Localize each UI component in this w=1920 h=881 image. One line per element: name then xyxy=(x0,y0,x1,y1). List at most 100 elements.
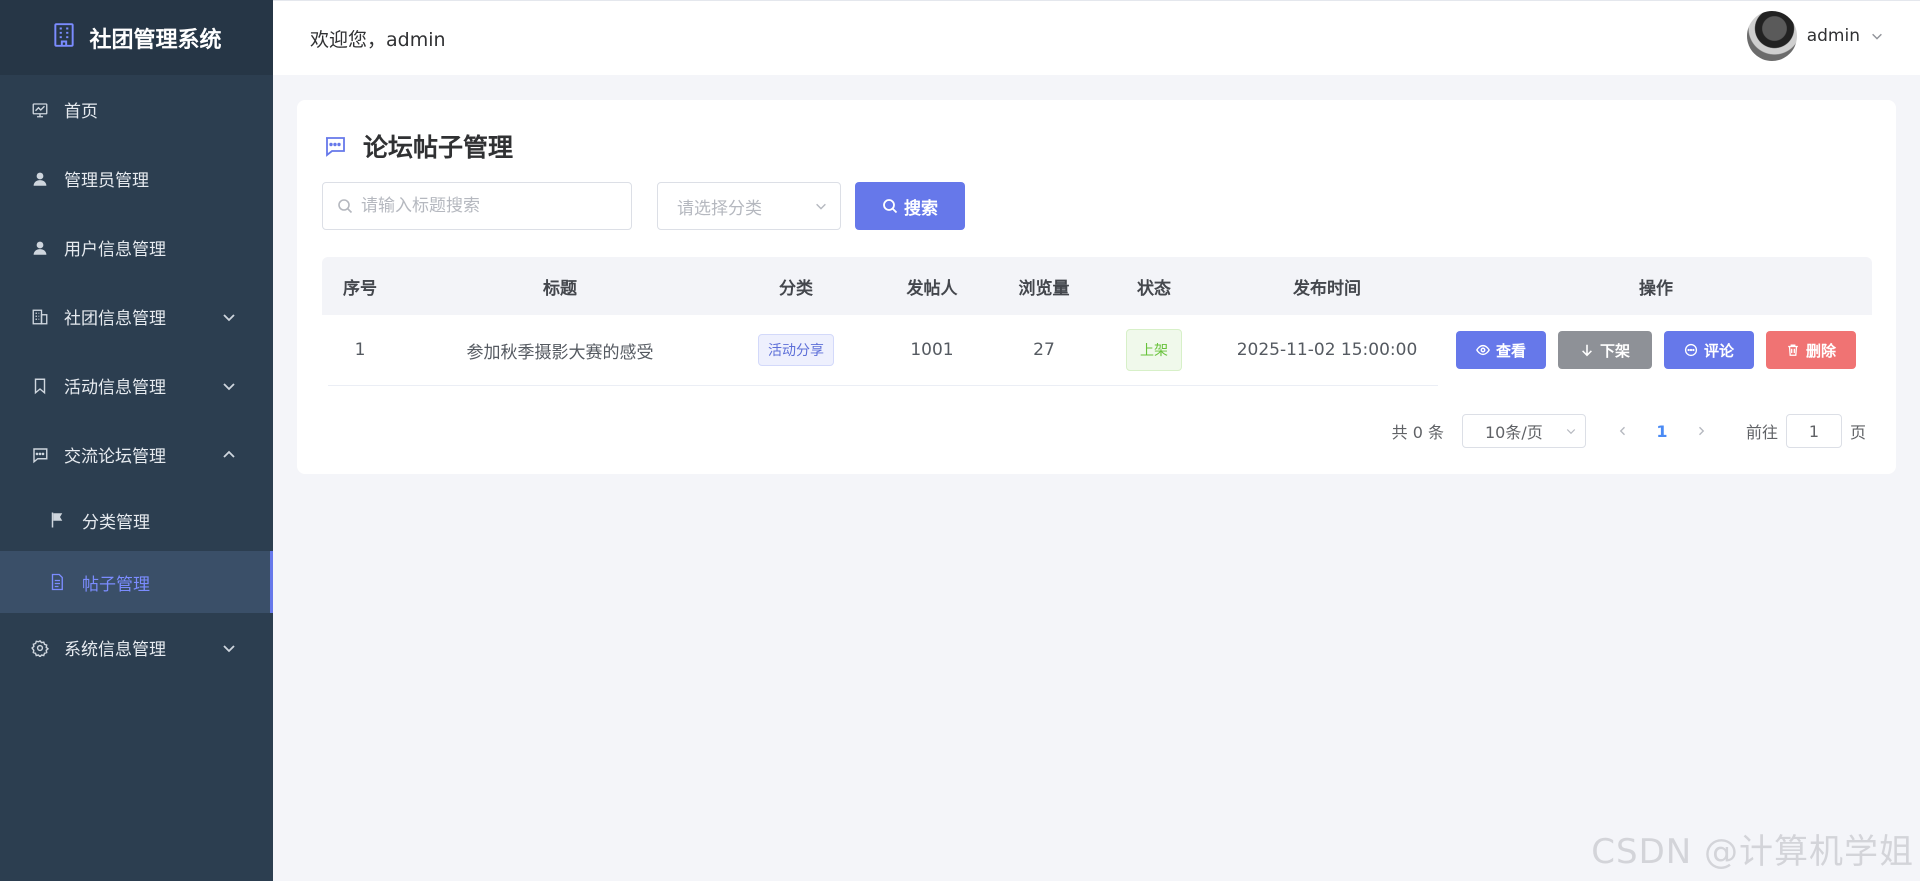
sidebar: 社团管理系统 首页 管理员管理 用户信息管理 社团信息管理 活动信息管理 交流论… xyxy=(0,0,273,881)
row-index: 1 xyxy=(354,340,366,360)
row-title: 参加秋季摄影大赛的感受 xyxy=(466,342,654,363)
chevron-down-icon xyxy=(223,644,235,652)
sidebar-subitem-label: 帖子管理 xyxy=(82,574,150,595)
column-header[interactable]: 标题 xyxy=(398,257,722,315)
view-button[interactable]: 查看 xyxy=(1456,331,1546,369)
brand-title: 社团管理系统 xyxy=(89,27,222,53)
chevron-down-icon xyxy=(816,203,826,210)
sidebar-subitem-posts[interactable]: 帖子管理 xyxy=(0,551,273,613)
eye-icon xyxy=(1476,344,1490,356)
chevron-right-icon xyxy=(1698,426,1705,436)
title-search-field[interactable] xyxy=(322,182,632,230)
trash-icon xyxy=(1788,344,1798,356)
pagination-total: 共 0 条 xyxy=(1391,423,1444,442)
sidebar-item-system[interactable]: 系统信息管理 xyxy=(0,613,273,682)
row-author: 1001 xyxy=(910,340,954,360)
column-header[interactable]: 分类 xyxy=(722,257,870,315)
chevron-down-icon xyxy=(223,313,235,321)
sidebar-item-label: 用户信息管理 xyxy=(64,240,166,260)
chat-icon xyxy=(30,445,50,465)
goto-page-input[interactable] xyxy=(1785,414,1842,448)
search-icon xyxy=(338,199,353,214)
brand[interactable]: 社团管理系统 xyxy=(0,0,273,75)
column-header[interactable]: 发布时间 xyxy=(1214,257,1440,315)
delete-button-label: 删除 xyxy=(1805,341,1836,360)
column-header[interactable]: 操作 xyxy=(1440,257,1872,315)
page-number[interactable]: 1 xyxy=(1638,422,1686,441)
posts-table: 序号 标题 分类 发帖人 浏览量 状态 发布时间 操作 1 参加秋季摄影大赛的感… xyxy=(322,257,1872,386)
user-icon xyxy=(30,238,50,258)
welcome-text: 欢迎您，admin xyxy=(310,28,446,51)
search-button-label: 搜索 xyxy=(904,198,938,219)
chevron-down-icon xyxy=(1872,33,1882,40)
take-down-button[interactable]: 下架 xyxy=(1558,331,1652,369)
sidebar-item-forum[interactable]: 交流论坛管理 xyxy=(0,420,273,489)
column-header[interactable]: 序号 xyxy=(322,257,398,315)
avatar[interactable] xyxy=(1746,11,1797,61)
watermark: CSDN @计算机学姐 xyxy=(1591,832,1914,872)
sidebar-item-label: 社团信息管理 xyxy=(64,309,166,329)
posts-card: 论坛帖子管理 请选择分类 搜索 序号 标题 分类 发帖人 浏览量 状态 发布时间… xyxy=(297,100,1896,474)
page-title: 论坛帖子管理 xyxy=(363,133,514,162)
view-button-label: 查看 xyxy=(1495,341,1526,360)
sidebar-item-label: 活动信息管理 xyxy=(64,378,166,398)
building-icon xyxy=(30,307,50,327)
gear-icon xyxy=(30,638,50,658)
take-down-button-label: 下架 xyxy=(1599,341,1630,360)
sidebar-item-home[interactable]: 首页 xyxy=(0,75,273,144)
sidebar-subitem-label: 分类管理 xyxy=(82,512,150,533)
row-status-cell: 上架 xyxy=(1094,315,1214,385)
pagination: 共 0 条 10条/页 1 前往 页 xyxy=(1392,414,1866,448)
row-views: 27 xyxy=(1033,340,1055,360)
sidebar-item-clubs[interactable]: 社团信息管理 xyxy=(0,282,273,351)
chevron-down-icon xyxy=(223,382,235,390)
comment-button-label: 评论 xyxy=(1703,341,1734,360)
user-icon xyxy=(30,169,50,189)
chevron-up-icon xyxy=(223,450,235,458)
sidebar-item-admins[interactable]: 管理员管理 xyxy=(0,144,273,213)
row-divider xyxy=(328,385,1438,386)
search-icon xyxy=(883,199,898,214)
page-size-select[interactable]: 10条/页 xyxy=(1461,414,1586,448)
table-row[interactable]: 1 参加秋季摄影大赛的感受 活动分享 1001 27 上架 2025-11-02… xyxy=(322,315,1872,385)
arrow-down-icon xyxy=(1582,344,1592,357)
search-button[interactable]: 搜索 xyxy=(855,182,965,230)
flag-icon xyxy=(48,511,66,529)
next-page-button[interactable] xyxy=(1686,416,1716,446)
row-category-cell: 活动分享 xyxy=(722,315,870,385)
document-icon xyxy=(48,573,66,591)
column-header[interactable]: 状态 xyxy=(1094,257,1214,315)
column-header[interactable]: 浏览量 xyxy=(994,257,1094,315)
chevron-left-icon xyxy=(1619,426,1625,436)
sidebar-item-label: 首页 xyxy=(64,102,98,122)
row-time: 2025-11-02 15:00:00 xyxy=(1236,340,1418,360)
row-actions: 查看 下架 评论 删除 xyxy=(1440,315,1872,385)
user-name: admin xyxy=(1806,26,1860,46)
chart-board-icon xyxy=(30,100,50,120)
column-header[interactable]: 发帖人 xyxy=(870,257,994,315)
goto-suffix: 页 xyxy=(1849,423,1866,442)
comment-button[interactable]: 评论 xyxy=(1664,331,1754,369)
delete-button[interactable]: 删除 xyxy=(1766,331,1856,369)
sidebar-item-activities[interactable]: 活动信息管理 xyxy=(0,351,273,420)
chevron-down-icon xyxy=(1566,429,1576,435)
user-menu[interactable]: admin xyxy=(1746,11,1884,61)
sidebar-item-users[interactable]: 用户信息管理 xyxy=(0,213,273,282)
category-select[interactable]: 请选择分类 xyxy=(657,182,841,230)
sidebar-item-label: 交流论坛管理 xyxy=(64,447,166,467)
building-logo-icon xyxy=(51,22,77,54)
category-select-placeholder: 请选择分类 xyxy=(677,198,762,219)
goto-prefix: 前往 xyxy=(1745,423,1778,442)
sidebar-item-label: 管理员管理 xyxy=(64,171,149,191)
prev-page-button[interactable] xyxy=(1608,416,1638,446)
table-header: 序号 标题 分类 发帖人 浏览量 状态 发布时间 操作 xyxy=(322,257,1872,315)
bookmark-icon xyxy=(30,376,50,396)
status-badge: 上架 xyxy=(1126,329,1182,371)
sidebar-item-label: 系统信息管理 xyxy=(64,640,166,660)
page-size-value: 10条/页 xyxy=(1484,423,1543,442)
top-header: 欢迎您，admin admin xyxy=(273,0,1920,75)
chat-icon xyxy=(326,137,345,157)
category-tag: 活动分享 xyxy=(758,334,834,366)
sidebar-subitem-categories[interactable]: 分类管理 xyxy=(0,489,273,551)
search-input[interactable] xyxy=(361,196,621,216)
